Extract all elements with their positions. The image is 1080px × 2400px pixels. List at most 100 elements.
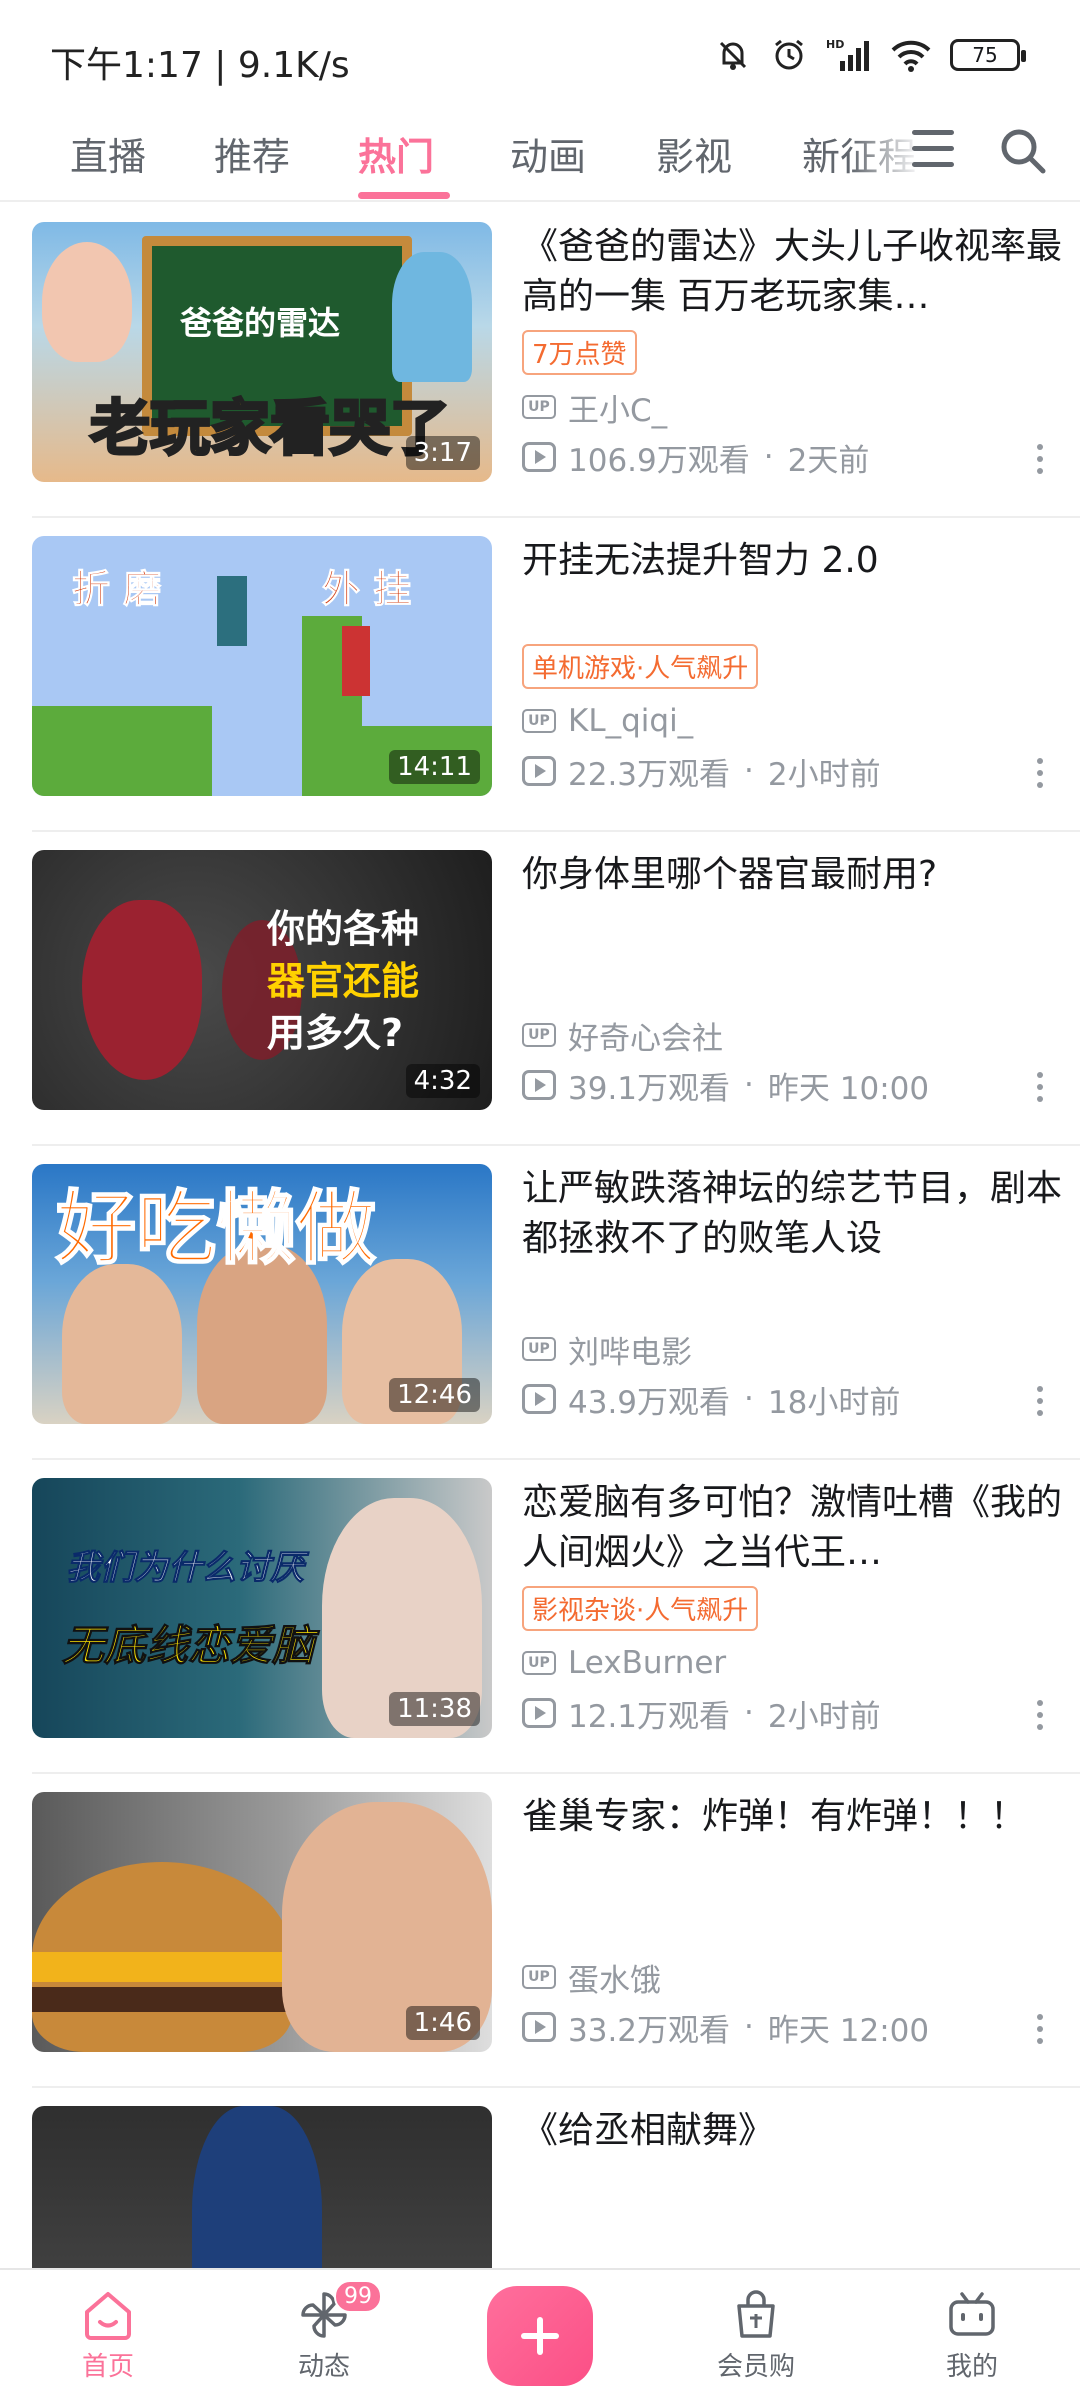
video-info: 你身体里哪个器官最耐用? UP 好奇心会社 39.1万观看 · 昨天 10:00 [522, 850, 1067, 1110]
play-count-icon [522, 1070, 556, 1100]
video-badge: 单机游戏·人气飙升 [522, 644, 759, 689]
status-bar: 下午1:17 | 9.1K/s HD 75 [0, 0, 1080, 110]
nav-home[interactable]: 首页 [38, 2288, 178, 2383]
tab-hot[interactable]: 热门 [358, 126, 434, 181]
uploader-name[interactable]: 蛋水饿 [568, 1955, 661, 2000]
tv-icon [949, 2292, 995, 2336]
nav-label: 我的 [945, 2352, 998, 2382]
video-card[interactable]: 我们为什么讨厌 无底线恋爱脑 11:38 恋爱脑有多可怕？激情吐槽《我的人间烟火… [32, 1460, 1080, 1774]
battery-icon: 75 [950, 39, 1026, 71]
mute-bell-icon [719, 41, 747, 70]
video-info: 恋爱脑有多可怕？激情吐槽《我的人间烟火》之当代王… 影视杂谈·人气飙升 UP Le… [522, 1478, 1067, 1738]
video-card[interactable]: 爸爸的雷达 老玩家看哭了 3:17 《爸爸的雷达》大头儿子收视率最高的一集 百万… [32, 204, 1080, 518]
uploader-name[interactable]: LexBurner [568, 1645, 726, 1681]
more-icon[interactable] [1035, 758, 1045, 788]
video-card[interactable]: 1:46 雀巢专家：炸弹！有炸弹！！！ UP 蛋水饿 33.2万观看 · 昨天 12:… [32, 1774, 1080, 2088]
up-icon: UP [522, 1651, 556, 1675]
search-icon[interactable] [998, 126, 1048, 176]
uploader-name[interactable]: 王小C_ [568, 385, 667, 430]
home-icon [85, 2292, 131, 2340]
video-title[interactable]: 恋爱脑有多可怕？激情吐槽《我的人间烟火》之当代王… [522, 1478, 1067, 1578]
publish-time: 昨天 12:00 [767, 2012, 930, 2049]
svg-text:HD: HD [826, 38, 844, 51]
more-icon[interactable] [1035, 1700, 1045, 1730]
duration: 3:17 [405, 436, 480, 470]
video-thumbnail[interactable]: 折 磨 外 挂 14:11 [32, 536, 492, 796]
video-title[interactable]: 开挂无法提升智力 2.0 [522, 536, 1067, 586]
video-card[interactable]: 好吃懒做 12:46 让严敏跌落神坛的综艺节目，剧本都拯救不了的败笔人设 UP 刘… [32, 1146, 1080, 1460]
up-icon: UP [522, 1965, 556, 1989]
more-icon[interactable] [1035, 1386, 1045, 1416]
uploader-name[interactable]: 刘哔电影 [568, 1327, 692, 1372]
nav-label: 动态 [297, 2352, 350, 2382]
video-meta: UP 好奇心会社 39.1万观看 · 昨天 10:00 [522, 1010, 1067, 1110]
thumb-caption: 我们为什么讨厌 [66, 1548, 305, 1589]
video-thumbnail[interactable]: 1:46 [32, 1792, 492, 2052]
thumb-caption: 你的各种 [267, 907, 420, 951]
video-title[interactable]: 《爸爸的雷达》大头儿子收视率最高的一集 百万老玩家集… [522, 222, 1067, 322]
duration: 12:46 [389, 1378, 480, 1412]
video-thumbnail[interactable]: 好吃懒做 12:46 [32, 1164, 492, 1424]
uploader-name[interactable]: KL_qiqi_ [568, 703, 693, 739]
nav-mine[interactable]: 我的 [902, 2288, 1042, 2383]
plus-icon [521, 2317, 559, 2355]
play-count-icon [522, 2012, 556, 2042]
status-time: 下午1:17 | 9.1K/s [50, 45, 350, 86]
video-thumbnail[interactable]: 爸爸的雷达 老玩家看哭了 3:17 [32, 222, 492, 482]
play-count-icon [522, 442, 556, 472]
thumb-caption: 外 挂 [321, 567, 412, 612]
video-card[interactable]: 你的各种 器官还能 用多久? 4:32 你身体里哪个器官最耐用? UP 好奇心会社… [32, 832, 1080, 1146]
tab-film[interactable]: 影视 [656, 126, 732, 181]
nav-dynamic[interactable]: 99 动态 [254, 2280, 394, 2383]
video-meta: UP LexBurner 12.1万观看 · 2小时前 [522, 1638, 1067, 1738]
view-count: 12.1万观看 [568, 1698, 731, 1735]
duration: 1:46 [405, 2006, 480, 2040]
video-badge: 影视杂谈·人气飙升 [522, 1586, 759, 1631]
alarm-icon [775, 39, 803, 70]
tab-anime[interactable]: 动画 [510, 126, 586, 181]
thumb-caption: 器官还能 [267, 959, 420, 1003]
more-icon[interactable] [1035, 2014, 1045, 2044]
publish-time: 2小时前 [767, 1698, 881, 1735]
up-icon: UP [522, 395, 556, 419]
thumb-caption: 老玩家看哭了 [89, 393, 452, 466]
menu-icon[interactable] [912, 130, 956, 174]
video-meta: UP KL_qiqi_ 22.3万观看 · 2小时前 [522, 696, 1067, 796]
up-icon: UP [522, 709, 556, 733]
publish-time: 2小时前 [767, 756, 881, 793]
play-count-icon [522, 1698, 556, 1728]
play-count-icon [522, 756, 556, 786]
thumb-caption: 折 磨 [71, 567, 162, 612]
nav-label: 会员购 [716, 2352, 795, 2382]
nav-vip-shop[interactable]: 会员购 [686, 2288, 826, 2383]
up-icon: UP [522, 1023, 556, 1047]
publish-time: 2天前 [787, 442, 870, 479]
video-meta: UP 蛋水饿 33.2万观看 · 昨天 12:00 [522, 1952, 1067, 2052]
publish-time: 昨天 10:00 [767, 1070, 930, 1107]
video-title[interactable]: 《给丞相献舞》 [522, 2106, 1067, 2156]
tab-indicator [358, 192, 450, 199]
publish-time: 18小时前 [767, 1384, 901, 1421]
thumb-caption: 用多久? [267, 1011, 404, 1055]
more-icon[interactable] [1035, 1072, 1045, 1102]
publish-button[interactable] [487, 2286, 593, 2386]
video-badge: 7万点赞 [522, 330, 637, 375]
video-title[interactable]: 让严敏跌落神坛的综艺节目，剧本都拯救不了的败笔人设 [522, 1164, 1067, 1264]
tab-recommend[interactable]: 推荐 [214, 126, 290, 181]
view-count: 106.9万观看 [568, 442, 750, 479]
video-thumbnail[interactable]: 我们为什么讨厌 无底线恋爱脑 11:38 [32, 1478, 492, 1738]
tab-live[interactable]: 直播 [70, 126, 146, 181]
wifi-icon [891, 40, 931, 72]
shopping-bag-icon [737, 2290, 775, 2338]
video-info: 《爸爸的雷达》大头儿子收视率最高的一集 百万老玩家集… 7万点赞 UP 王小C_ … [522, 222, 1067, 482]
video-title[interactable]: 雀巢专家：炸弹！有炸弹！！！ [522, 1792, 1067, 1842]
video-title[interactable]: 你身体里哪个器官最耐用? [522, 850, 1067, 900]
view-count: 43.9万观看 [568, 1384, 731, 1421]
uploader-name[interactable]: 好奇心会社 [568, 1013, 723, 1058]
video-card[interactable]: 折 磨 外 挂 14:11 开挂无法提升智力 2.0 单机游戏·人气飙升 UP K… [32, 518, 1080, 832]
video-thumbnail[interactable]: 你的各种 器官还能 用多久? 4:32 [32, 850, 492, 1110]
more-icon[interactable] [1035, 444, 1045, 474]
signal-icon: HD [826, 38, 869, 71]
view-count: 33.2万观看 [568, 2012, 731, 2049]
video-info: 开挂无法提升智力 2.0 单机游戏·人气飙升 UP KL_qiqi_ 22.3万观… [522, 536, 1067, 796]
